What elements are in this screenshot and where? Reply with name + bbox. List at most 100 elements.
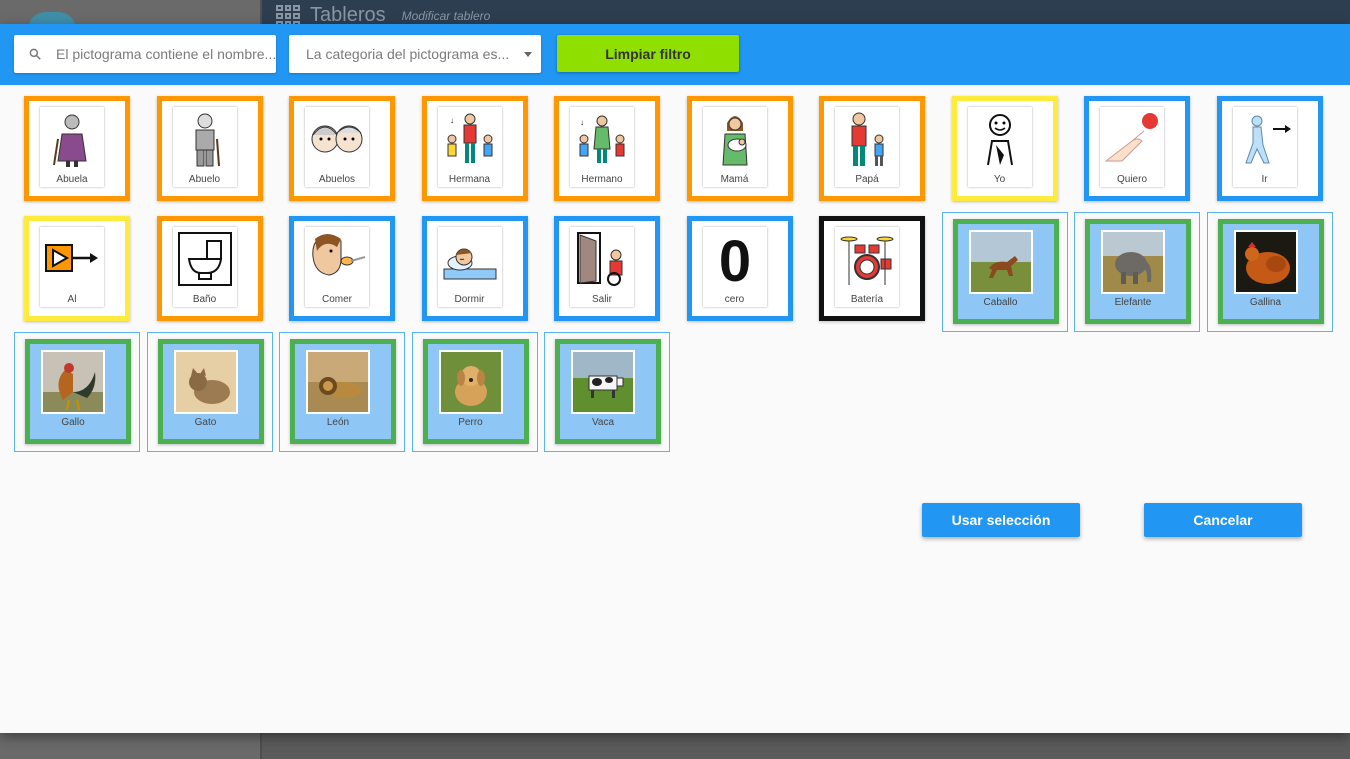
pictogram-label: Abuelo <box>188 174 221 185</box>
pictogram-frame: Baño <box>172 227 237 307</box>
horse-photo <box>968 230 1033 294</box>
pictogram-frame: Gato <box>173 350 238 430</box>
search-icon <box>29 48 41 60</box>
pictogram-cell[interactable]: Abuelo <box>147 92 273 212</box>
sleep-icon <box>438 227 502 291</box>
pictogram-label: Yo <box>993 174 1006 185</box>
pictogram-card[interactable]: Quiero <box>1084 96 1190 201</box>
pictogram-card[interactable]: Vaca <box>555 339 661 444</box>
cat-photo <box>173 350 238 414</box>
dog-photo <box>438 350 503 414</box>
use-selection-button[interactable]: Usar selección <box>922 503 1080 537</box>
pictogram-cell[interactable]: Abuelos <box>279 92 405 212</box>
pictogram-label: Batería <box>850 294 884 305</box>
me-icon <box>968 107 1032 171</box>
pictogram-cell[interactable]: Mamá <box>677 92 803 212</box>
pictogram-card[interactable]: León <box>290 339 396 444</box>
pictogram-cell[interactable]: Gato <box>146 332 273 452</box>
pictogram-cell[interactable]: Comer <box>279 212 405 332</box>
pictogram-cell[interactable]: Ir <box>1207 92 1333 212</box>
pictogram-card[interactable]: ↓ Hermana <box>421 96 528 201</box>
pictogram-card[interactable]: Batería <box>819 216 925 321</box>
exit-icon <box>570 227 634 291</box>
sister-icon: ↓ <box>438 107 502 171</box>
pictogram-card[interactable]: Abuela <box>24 96 130 201</box>
pictogram-frame: Elefante <box>1101 230 1165 310</box>
pictogram-frame: Comer <box>305 227 369 307</box>
pictogram-label: Vaca <box>591 417 615 428</box>
svg-text:↓: ↓ <box>450 116 454 125</box>
pictogram-cell[interactable]: Al <box>14 212 140 332</box>
pictogram-cell[interactable]: Baño <box>147 212 273 332</box>
pictogram-frame: ↓ Hermano <box>570 107 634 187</box>
mother-icon <box>703 107 767 171</box>
pictogram-card[interactable]: Gallina <box>1217 219 1324 324</box>
pictogram-card[interactable]: Elefante <box>1085 219 1191 324</box>
pictogram-label: Elefante <box>1114 297 1152 308</box>
pictogram-card[interactable]: Perro <box>422 339 529 444</box>
pictogram-card[interactable]: Al <box>24 216 130 321</box>
pictogram-cell[interactable]: Quiero <box>1074 92 1200 212</box>
pictogram-cell[interactable]: León <box>279 332 405 452</box>
pictogram-cell[interactable]: Perro <box>411 332 538 452</box>
pictogram-card[interactable]: Gato <box>157 339 264 444</box>
pictogram-label: Salir <box>591 294 612 305</box>
pictogram-cell[interactable]: ↓ Hermano <box>544 92 670 212</box>
pictogram-frame: Abuelos <box>305 107 369 187</box>
pictogram-label: Papá <box>855 174 879 185</box>
pictogram-card[interactable]: Papá <box>819 96 925 201</box>
pictogram-card[interactable]: Mamá <box>686 96 793 201</box>
pictogram-label: León <box>326 417 350 428</box>
pictogram-card[interactable]: Ir <box>1216 96 1323 201</box>
pictogram-label: Gallo <box>61 417 85 428</box>
pictogram-cell[interactable]: Yo <box>942 92 1068 212</box>
pictogram-cell[interactable]: Batería <box>809 212 935 332</box>
pictogram-picker-dialog: La categoria del pictograma es... Limpia… <box>0 24 1350 733</box>
pictogram-cell[interactable]: ↓ Hermana <box>412 92 538 212</box>
pictogram-frame: Dormir <box>437 227 502 307</box>
pictogram-cell[interactable]: Dormir <box>412 212 538 332</box>
clear-filter-button[interactable]: Limpiar filtro <box>557 35 739 72</box>
pictogram-card[interactable]: Comer <box>289 216 395 321</box>
pictogram-card[interactable]: ↓ Hermano <box>554 96 660 201</box>
search-input[interactable] <box>56 46 276 62</box>
pictogram-cell[interactable]: Papá <box>809 92 935 212</box>
pictogram-card[interactable]: 0 cero <box>686 216 793 321</box>
pictogram-label: Gallina <box>1249 297 1282 308</box>
pictogram-card[interactable]: Caballo <box>952 219 1059 324</box>
pictogram-card[interactable]: Abuelos <box>289 96 395 201</box>
brother-icon: ↓ <box>570 107 634 171</box>
pictogram-frame: Gallo <box>41 350 105 430</box>
to-the-icon <box>40 227 104 291</box>
pictogram-label: Hermano <box>581 174 623 185</box>
pictogram-frame: Vaca <box>571 350 635 430</box>
pictogram-cell[interactable]: Salir <box>544 212 670 332</box>
cancel-button[interactable]: Cancelar <box>1144 503 1302 537</box>
pictogram-cell[interactable]: Gallina <box>1206 212 1333 332</box>
pictogram-card[interactable]: Gallo <box>25 339 131 444</box>
pictogram-cell[interactable]: Abuela <box>14 92 140 212</box>
pictogram-frame: Papá <box>835 107 899 187</box>
pictogram-frame: 0 cero <box>702 227 767 307</box>
pictogram-card[interactable]: Yo <box>951 96 1058 201</box>
pictogram-cell[interactable]: Elefante <box>1074 212 1200 332</box>
pictogram-frame: Al <box>40 227 104 307</box>
pictogram-frame: Yo <box>967 107 1032 187</box>
pictogram-label: Caballo <box>983 297 1018 308</box>
search-box[interactable] <box>14 35 276 73</box>
category-select[interactable]: La categoria del pictograma es... <box>289 35 541 73</box>
pictogram-card[interactable]: Baño <box>156 216 263 321</box>
pictogram-frame: Quiero <box>1100 107 1164 187</box>
pictogram-cell[interactable]: Gallo <box>14 332 140 452</box>
pictogram-card[interactable]: Abuelo <box>156 96 263 201</box>
pictogram-card[interactable]: Salir <box>554 216 660 321</box>
pictogram-cell[interactable]: Caballo <box>941 212 1068 332</box>
pictogram-cell[interactable]: 0 cero <box>677 212 803 332</box>
eat-icon <box>305 227 369 291</box>
pictogram-card[interactable]: Dormir <box>421 216 528 321</box>
grandfather-icon <box>173 107 237 171</box>
pictogram-frame: Batería <box>835 227 899 307</box>
pictogram-label: Quiero <box>1116 174 1147 185</box>
pictogram-cell[interactable]: Vaca <box>544 332 670 452</box>
pictogram-label: cero <box>724 294 745 305</box>
